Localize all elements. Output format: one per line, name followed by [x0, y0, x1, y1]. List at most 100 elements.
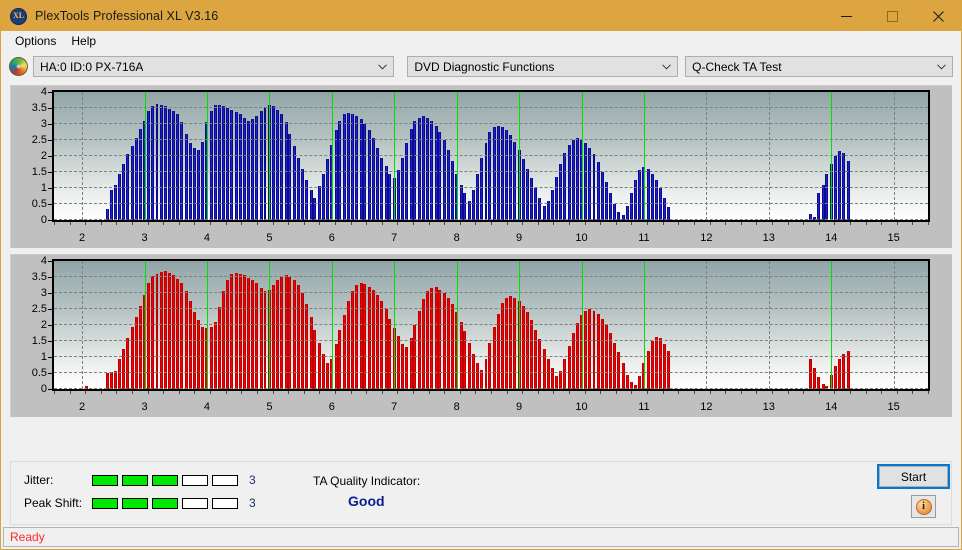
- x-axis-tick-mark: [54, 222, 55, 225]
- x-axis-tick-label: 10: [575, 401, 588, 413]
- chart-bar: [513, 297, 517, 389]
- chart-bar: [584, 143, 588, 220]
- chart-bar: [650, 341, 654, 389]
- maximize-icon[interactable]: [869, 1, 915, 31]
- peak-shift-value: 3: [249, 496, 256, 510]
- x-axis-tick-mark: [506, 222, 508, 225]
- x-axis-tick-mark: [366, 391, 368, 394]
- chart-bar: [188, 143, 192, 220]
- chart-bar: [817, 192, 821, 220]
- chart-bar: [417, 117, 421, 220]
- chart-bar: [122, 164, 126, 220]
- chart-bar: [538, 197, 542, 220]
- chart-bar: [525, 312, 529, 389]
- chart-bar: [654, 337, 658, 389]
- test-select[interactable]: Q-Check TA Test: [685, 56, 954, 77]
- chart-bar: [434, 125, 438, 220]
- chart-bar: [521, 305, 525, 389]
- chart-bar: [251, 280, 254, 389]
- chart-bar: [425, 117, 429, 220]
- menu-item-options[interactable]: Options: [8, 33, 64, 50]
- x-axis-tick-mark: [740, 222, 742, 225]
- x-axis-tick-label: 5: [266, 401, 273, 413]
- chart-bar: [134, 138, 138, 220]
- chart-bar: [226, 280, 230, 389]
- x-axis-tick-mark: [537, 222, 539, 225]
- chart-bar: [450, 160, 454, 220]
- chart-bar: [209, 326, 213, 389]
- chart-bar: [222, 106, 226, 220]
- chart-bar: [217, 307, 221, 389]
- minimize-icon[interactable]: [823, 1, 869, 31]
- results-panel: Jitter: 3 Peak Shift: 3 TA Quality Indic…: [10, 461, 952, 525]
- y-axis-tick-label: 0.5: [31, 367, 47, 379]
- window-controls: [823, 1, 961, 31]
- chart-bar: [413, 325, 417, 389]
- x-axis-tick-mark: [553, 391, 555, 394]
- x-axis-tick-mark: [444, 391, 446, 394]
- drive-select[interactable]: HA:0 ID:0 PX-716A: [33, 56, 395, 77]
- chart-bar: [488, 342, 492, 389]
- speed-marker-line: [581, 92, 583, 220]
- chart-bar: [525, 168, 529, 220]
- chart-bar: [646, 168, 650, 220]
- x-axis-tick-mark: [615, 391, 617, 394]
- info-button[interactable]: i: [911, 495, 936, 518]
- speed-marker-line: [269, 92, 271, 220]
- chart-bar: [438, 289, 442, 389]
- menu-item-help[interactable]: Help: [64, 33, 104, 50]
- chart-bar: [438, 132, 442, 220]
- x-axis-tick-mark: [147, 222, 149, 225]
- chart-bar: [300, 168, 304, 220]
- x-axis-tick-mark: [647, 222, 649, 225]
- chart-bar: [284, 122, 288, 220]
- chart-bar: [334, 130, 338, 220]
- x-axis-tick-mark: [631, 222, 633, 225]
- meter-segment: [182, 474, 208, 486]
- x-axis-tick-mark: [116, 391, 118, 394]
- chart-bar: [422, 116, 426, 220]
- jitter-meter-row: Jitter: 3: [24, 473, 256, 487]
- chart-bar: [842, 353, 846, 389]
- x-axis-tick-mark: [849, 391, 851, 394]
- x-axis-tick-mark: [178, 222, 180, 225]
- chart-bar: [492, 127, 496, 220]
- chart-bar: [384, 309, 388, 389]
- x-axis-tick-mark: [678, 222, 680, 225]
- x-axis-tick-mark: [54, 391, 55, 394]
- x-axis-tick-label: 8: [453, 232, 460, 244]
- jitter-value: 3: [249, 473, 256, 487]
- chart-bar: [284, 275, 288, 389]
- chart-bar: [575, 323, 579, 389]
- chart-bar: [505, 297, 509, 389]
- chart-bar: [621, 215, 625, 220]
- chart-bar: [400, 344, 404, 389]
- x-axis-tick-mark: [225, 391, 227, 394]
- chart-bar: [500, 302, 504, 389]
- x-axis-tick-mark: [163, 391, 165, 394]
- chart-bar: [497, 313, 500, 389]
- x-axis-tick-mark: [412, 222, 414, 225]
- chart-bar: [629, 192, 633, 220]
- plextools-window: XL PlexTools Professional XL V3.16 Optio…: [0, 0, 962, 550]
- jitter-label: Jitter:: [24, 473, 54, 487]
- x-axis-tick-mark: [256, 222, 258, 225]
- speed-marker-line: [331, 261, 333, 389]
- chart-bar: [242, 275, 246, 389]
- x-axis-tick-mark: [85, 391, 87, 394]
- jitter-chart-bars: [54, 92, 928, 220]
- start-button[interactable]: Start: [877, 464, 950, 489]
- chart-bar: [530, 320, 534, 389]
- chart-bar: [563, 152, 567, 220]
- chart-bar: [359, 283, 363, 389]
- meter-segment: [122, 497, 148, 509]
- chart-bar: [634, 385, 638, 389]
- chart-bar: [375, 294, 379, 389]
- selector-toolbar: HA:0 ID:0 PX-716A DVD Diagnostic Functio…: [1, 51, 961, 82]
- x-axis-tick-mark: [553, 222, 555, 225]
- meter-segment: [92, 497, 118, 509]
- close-icon[interactable]: [915, 1, 961, 31]
- window-title: PlexTools Professional XL V3.16: [35, 9, 219, 23]
- function-select[interactable]: DVD Diagnostic Functions: [407, 56, 679, 77]
- x-axis-tick-mark: [912, 222, 914, 225]
